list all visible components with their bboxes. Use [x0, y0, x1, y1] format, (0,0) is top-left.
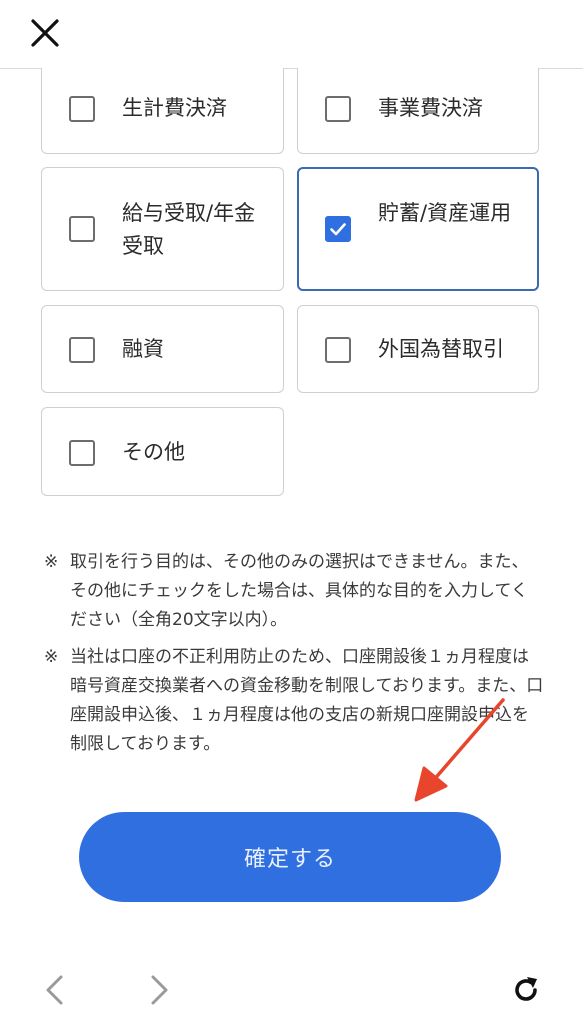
- option-savings-investment[interactable]: 貯蓄/資産運用: [297, 167, 539, 291]
- close-button[interactable]: [28, 16, 62, 50]
- option-salary-pension[interactable]: 給与受取/年金受取: [41, 167, 284, 291]
- note-mark: ※: [44, 647, 59, 667]
- browser-toolbar: [0, 958, 583, 1024]
- checkbox[interactable]: [69, 440, 95, 466]
- note-text: 取引を行う目的は、その他のみの選択はできません。また、その他にチェックをした場合…: [70, 552, 529, 630]
- option-business-expenses[interactable]: 事業費決済: [297, 68, 539, 154]
- top-bar: [0, 0, 583, 69]
- chevron-left-icon: [46, 975, 63, 1005]
- option-label: 貯蓄/資産運用: [378, 201, 512, 225]
- checkbox[interactable]: [325, 96, 351, 122]
- reload-button[interactable]: [510, 974, 542, 1006]
- back-button[interactable]: [40, 974, 70, 1006]
- option-living-expenses[interactable]: 生計費決済: [41, 68, 284, 154]
- checkbox[interactable]: [325, 337, 351, 363]
- checkbox[interactable]: [69, 216, 95, 242]
- option-label: 融資: [122, 337, 164, 361]
- reload-icon: [515, 977, 537, 1001]
- note: ※ 当社は口座の不正利用防止のため、口座開設後１ヵ月程度は暗号資産交換業者への資…: [44, 643, 544, 759]
- checkbox-checked[interactable]: [325, 216, 351, 242]
- option-other[interactable]: その他: [41, 407, 284, 496]
- option-foreign-exchange[interactable]: 外国為替取引: [297, 305, 539, 393]
- option-label: 事業費決済: [378, 96, 483, 120]
- option-label: 生計費決済: [122, 96, 227, 120]
- option-label: 外国為替取引: [378, 337, 504, 361]
- option-label: その他: [122, 440, 185, 464]
- chevron-right-icon: [151, 975, 168, 1005]
- checkbox[interactable]: [69, 96, 95, 122]
- option-financing[interactable]: 融資: [41, 305, 284, 393]
- note-mark: ※: [44, 552, 59, 572]
- checkbox[interactable]: [69, 337, 95, 363]
- confirm-button[interactable]: 確定する: [79, 812, 501, 902]
- option-label: 給与受取/年金受取: [122, 201, 256, 258]
- close-icon: [31, 19, 59, 47]
- notes: ※ 取引を行う目的は、その他のみの選択はできません。また、その他にチェックをした…: [44, 548, 544, 767]
- note-text: 当社は口座の不正利用防止のため、口座開設後１ヵ月程度は暗号資産交換業者への資金移…: [70, 647, 544, 754]
- note: ※ 取引を行う目的は、その他のみの選択はできません。また、その他にチェックをした…: [44, 548, 544, 635]
- checkmark-icon: [330, 223, 346, 236]
- forward-button[interactable]: [144, 974, 174, 1006]
